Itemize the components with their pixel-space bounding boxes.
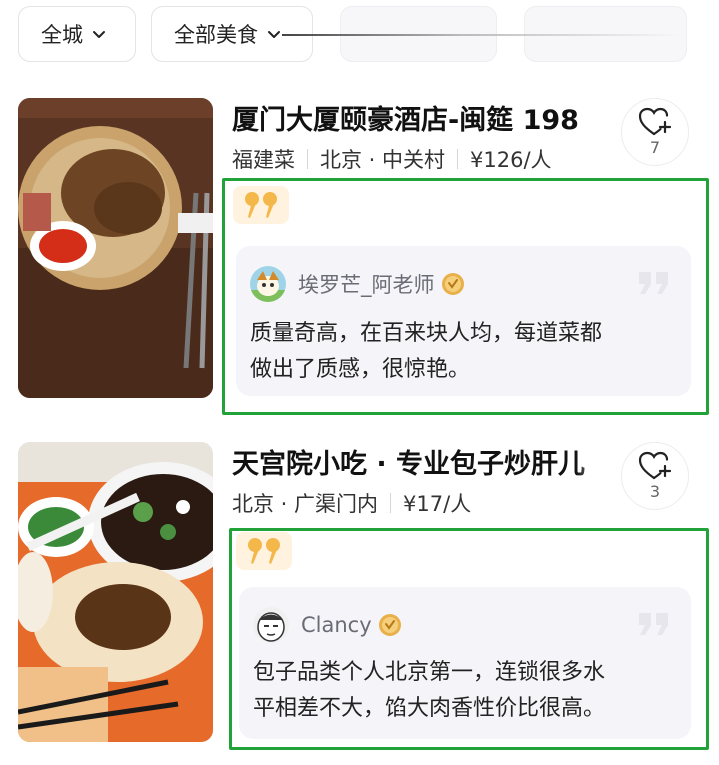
- review-line: 平相差不大，馅大肉香性价比很高。: [253, 696, 606, 721]
- favorite-count: 7: [649, 138, 661, 157]
- restaurant-photo[interactable]: [18, 98, 213, 398]
- review-text: 质量奇高，在百来块人均，每道菜都 做出了质感，很惊艳。: [250, 316, 602, 388]
- quote-badge: [233, 186, 289, 224]
- review-user[interactable]: 埃罗芒_阿老师: [250, 266, 465, 302]
- review-text: 包子品类个人北京第一，连锁很多水 平相差不大，馅大肉香性价比很高。: [253, 655, 605, 727]
- filter-scroll-indicator: [282, 34, 682, 36]
- heart-plus-icon: [638, 451, 672, 480]
- favorite-button[interactable]: 7: [621, 98, 689, 166]
- restaurant-meta: 北京 · 广渠门内 ¥17/人: [232, 488, 471, 518]
- chevron-down-icon: [93, 31, 105, 38]
- cuisine-tag: 福建菜: [232, 148, 295, 172]
- filter-bar: 全城 全部美食: [0, 0, 719, 78]
- review-user[interactable]: Clancy: [253, 607, 402, 643]
- avatar: [253, 607, 289, 643]
- heart-plus-icon: [638, 107, 672, 136]
- favorite-button[interactable]: 3: [621, 442, 689, 510]
- review-line: 质量奇高，在百来块人均，每道菜都: [250, 321, 603, 346]
- location-tag: 北京 · 广渠门内: [232, 492, 379, 516]
- quote-badge: [236, 532, 292, 570]
- restaurant-photo[interactable]: [18, 442, 213, 742]
- restaurant-card[interactable]: 天宫院小吃 · 专业包子炒肝儿 北京 · 广渠门内 ¥17/人 3 Clancy…: [0, 442, 719, 752]
- city-filter[interactable]: 全城: [18, 6, 136, 62]
- medal-icon: [441, 273, 464, 295]
- review-card[interactable]: Clancy 包子品类个人北京第一，连锁很多水 平相差不大，馅大肉香性价比很高。: [239, 587, 691, 739]
- quote-mark-icon: [639, 272, 668, 294]
- title-fade: [576, 98, 616, 138]
- quote-mark-icon: [639, 613, 668, 635]
- restaurant-card[interactable]: 厦门大厦颐豪酒店-闽筵 198 福建菜 北京 · 中关村 ¥126/人 7 埃罗…: [0, 98, 719, 420]
- title-fade: [576, 442, 616, 482]
- restaurant-title[interactable]: 厦门大厦颐豪酒店-闽筵 198: [232, 98, 616, 138]
- favorite-count: 3: [649, 482, 661, 501]
- avatar: [250, 266, 286, 302]
- review-card[interactable]: 埃罗芒_阿老师 质量奇高，在百来块人均，每道菜都 做出了质感，很惊艳。: [236, 246, 691, 396]
- chevron-down-icon: [268, 31, 280, 38]
- quote-icon: [245, 192, 277, 218]
- review-line: 做出了质感，很惊艳。: [250, 357, 471, 382]
- location-tag: 北京 · 中关村: [320, 148, 446, 172]
- quote-icon: [248, 538, 280, 564]
- price-tag: ¥17/人: [403, 492, 472, 516]
- city-filter-label: 全城: [41, 23, 83, 47]
- divider: [390, 493, 392, 513]
- medal-icon: [378, 614, 401, 636]
- divider: [457, 149, 459, 169]
- divider: [307, 149, 308, 169]
- restaurant-meta: 福建菜 北京 · 中关村 ¥126/人: [232, 144, 552, 174]
- review-username: Clancy: [301, 613, 372, 637]
- restaurant-title[interactable]: 天宫院小吃 · 专业包子炒肝儿: [232, 442, 616, 482]
- review-username: 埃罗芒_阿老师: [298, 273, 435, 297]
- cuisine-filter-label: 全部美食: [174, 23, 258, 47]
- price-tag: ¥126/人: [470, 148, 552, 172]
- review-line: 包子品类个人北京第一，连锁很多水: [253, 660, 606, 685]
